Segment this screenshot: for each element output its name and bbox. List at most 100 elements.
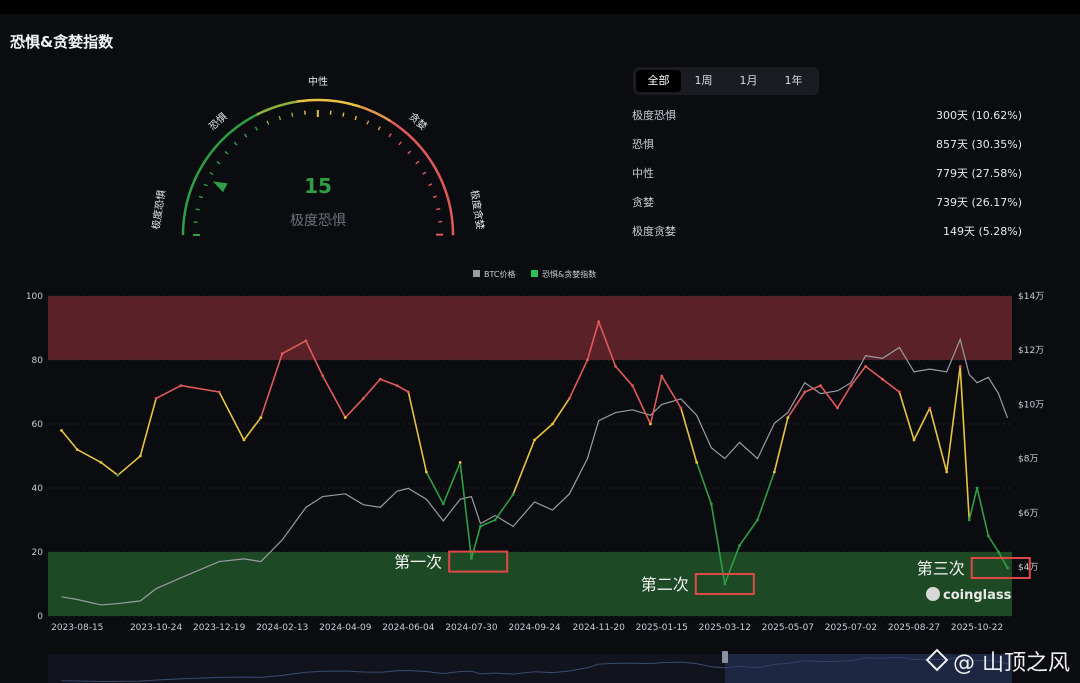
fgi-point [803, 390, 807, 394]
gauge-arc-segment [210, 147, 216, 154]
top-bar [0, 0, 1080, 14]
fgi-line-segment [945, 365, 961, 473]
fgi-line-segment [494, 493, 514, 521]
gauge-arc-segment [334, 99, 340, 103]
tab-1w[interactable]: 1周 [681, 70, 726, 92]
fgi-line-segment [344, 397, 365, 419]
fgi-point [116, 473, 120, 477]
gauge-arc-segment [442, 184, 447, 190]
gauge-arc-segment [396, 124, 402, 130]
fgi-line-segment [913, 407, 931, 441]
fgi-point [819, 384, 822, 387]
tab-1y[interactable]: 1年 [771, 70, 816, 92]
fgi-point [424, 470, 428, 474]
fgi-line-segment [649, 375, 663, 425]
x-tick: 2024-11-20 [573, 623, 626, 633]
gauge-arc-segment [371, 109, 377, 115]
fgi-line-segment [787, 391, 806, 419]
fgi-line-segment [60, 429, 79, 451]
y-tick-right: $8万 [1018, 455, 1038, 465]
fgi-point [649, 422, 652, 426]
x-tick: 2023-10-24 [130, 623, 183, 633]
fgi-point [470, 557, 473, 560]
legend-label-btc[interactable]: BTC价格 [484, 269, 516, 279]
stat-label: 恐惧 [632, 138, 654, 151]
stat-label: 中性 [632, 167, 654, 180]
fgi-point [406, 390, 410, 394]
fgi-point [614, 365, 617, 368]
fgi-point [660, 374, 664, 378]
coinglass-icon [926, 587, 940, 601]
stat-label: 贪婪 [632, 196, 654, 209]
fgi-line-segment [756, 471, 776, 521]
fgi-point [343, 416, 347, 419]
fgi-point [441, 502, 445, 506]
x-tick: 2024-02-13 [256, 623, 308, 633]
gauge-arc-segment [403, 130, 409, 135]
gauge-arc-segment [399, 127, 406, 133]
fgi-point [975, 486, 979, 490]
annotation-label: 第三次 [917, 559, 965, 578]
fgi-line-segment [614, 365, 634, 387]
gauge-arc-segment [198, 165, 203, 171]
fgi-point [738, 544, 741, 547]
gauge-arc-segment [284, 101, 290, 106]
y-tick-right: $14万 [1018, 292, 1044, 302]
y-tick-right: $6万 [1018, 509, 1038, 519]
fgi-line-segment [773, 416, 789, 473]
fgi-point [60, 429, 63, 432]
gauge-zone-label: 极度恐惧 [150, 189, 168, 231]
stat-row: 极度贪婪 149天 (5.28%) [632, 221, 1022, 250]
fgi-point [458, 461, 462, 464]
y-tick-left: 20 [32, 548, 44, 558]
y-tick-right: $10万 [1018, 400, 1044, 410]
gauge-arc-segment [386, 117, 392, 123]
fgi-line-segment [819, 384, 839, 409]
navigator-handle[interactable] [722, 651, 728, 663]
gauge-arc-segment [256, 111, 262, 116]
fgi-line-segment [260, 352, 284, 419]
tab-all[interactable]: 全部 [636, 70, 681, 92]
stat-row: 中性 779天 (27.58%) [632, 163, 1022, 192]
fgi-line-segment [695, 461, 713, 505]
gauge-arc-segment [355, 104, 361, 108]
gauge-arc-segment [248, 115, 254, 120]
gauge-arc-segment [393, 122, 399, 127]
gauge-arc-segment [446, 196, 451, 202]
fgi-line-segment [442, 461, 461, 505]
range-navigator[interactable] [48, 651, 1012, 683]
legend-label-fgi[interactable]: 恐惧&贪婪指数 [542, 269, 596, 279]
fgi-line-segment [881, 378, 901, 393]
stat-label: 极度贪婪 [632, 225, 676, 238]
gauge-arc-segment [351, 103, 357, 107]
fgi-line-segment [568, 359, 589, 400]
tab-1m[interactable]: 1月 [726, 70, 771, 92]
fgi-line-segment [533, 423, 554, 441]
gauge-arc-segment [185, 200, 189, 206]
fgi-point [154, 397, 158, 400]
fgi-point [679, 406, 683, 410]
gauge-arc-segment [421, 148, 426, 154]
gauge-arc-segment [231, 127, 237, 132]
gauge-arc-segment [259, 109, 266, 114]
fgi-point [772, 470, 776, 474]
gauge-arc-segment [415, 141, 421, 147]
gauge-value: 15 [304, 174, 332, 198]
fgi-line-segment [407, 391, 428, 473]
gauge-arc-segment [437, 173, 442, 179]
gauge-arc-segment [183, 209, 187, 215]
gauge-arc-segment [378, 113, 384, 118]
sentiment-stats: 极度恐惧 300天 (10.62%) 恐惧 857天 (30.35%) 中性 779天… [632, 105, 1022, 250]
fgi-point [997, 550, 1000, 554]
gauge-arc-segment [182, 213, 186, 219]
x-tick: 2024-04-09 [319, 623, 372, 633]
x-tick: 2024-09-24 [508, 623, 561, 633]
stat-value: 300天 (10.62%) [935, 109, 1022, 122]
gauge-tick [203, 183, 208, 187]
gauge-arc-segment [439, 176, 444, 183]
fgi-line-segment [479, 519, 496, 528]
gauge-tick [354, 115, 358, 121]
fgi-line-segment [551, 397, 571, 425]
gauge-arc-segment [279, 102, 285, 107]
gauge-arc-segment [202, 158, 208, 164]
